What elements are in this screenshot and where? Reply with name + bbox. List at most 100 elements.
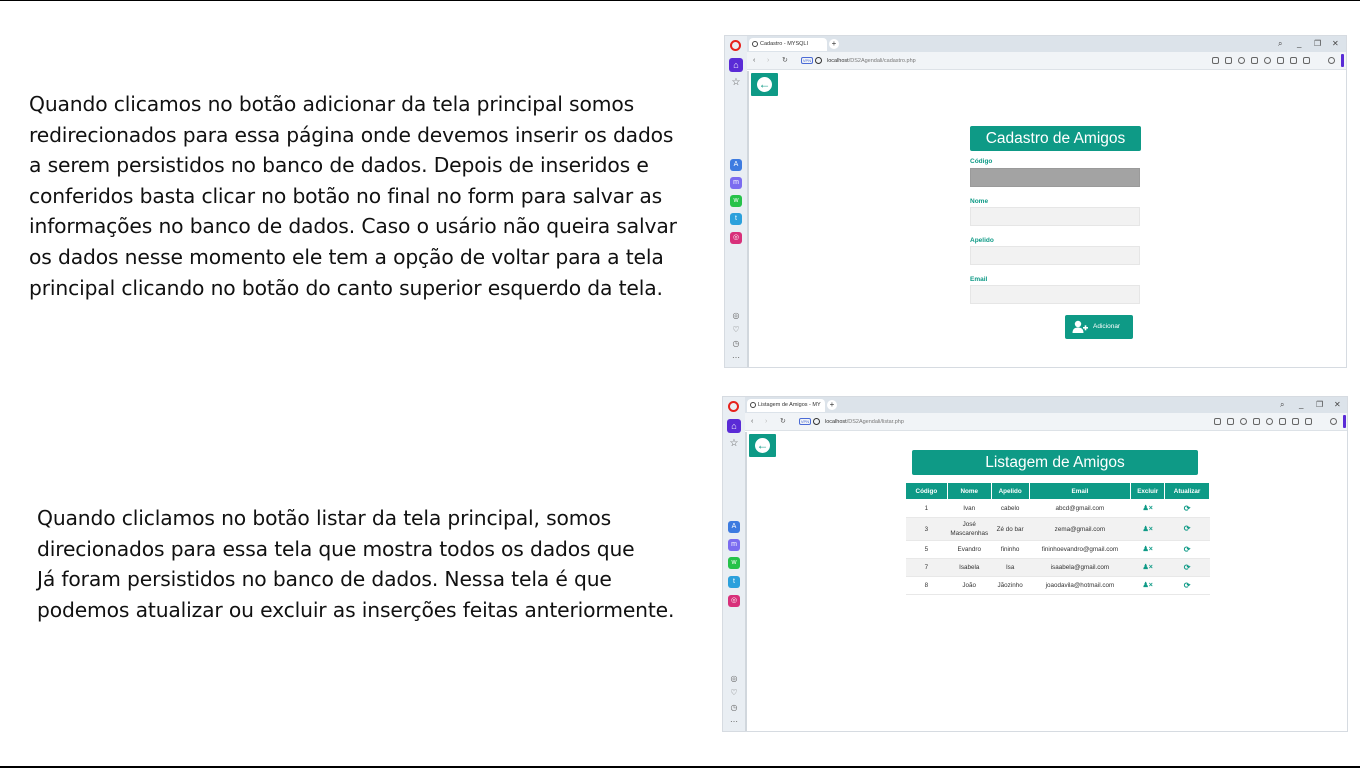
- whatsapp-icon[interactable]: w: [730, 195, 742, 207]
- history-icon[interactable]: ◷: [731, 339, 741, 349]
- email-input[interactable]: [970, 285, 1140, 304]
- vpn-badge-icon[interactable]: VPN: [801, 57, 813, 64]
- refresh-icon[interactable]: ⟳: [1184, 545, 1191, 554]
- restore-icon[interactable]: ❐: [1314, 37, 1321, 51]
- browser-window-listagem: Listagem de Amigos - MY + ⌕ _ ❐ ✕ ⌂ ☆ A …: [722, 396, 1348, 732]
- url-field[interactable]: localhost/DS2Agendali/listar.php: [825, 413, 904, 431]
- browser-tab[interactable]: Listagem de Amigos - MY: [747, 399, 825, 412]
- forward-nav-icon[interactable]: ›: [765, 413, 767, 431]
- url-host: localhost: [827, 58, 849, 64]
- user-times-icon[interactable]: ♟×: [1143, 525, 1153, 534]
- heart-icon[interactable]: ♡: [729, 688, 739, 698]
- close-icon[interactable]: ✕: [1334, 398, 1341, 412]
- user-times-icon[interactable]: ♟×: [1143, 563, 1153, 572]
- description-cadastro: Quando clicamos no botão adicionar da te…: [29, 89, 677, 303]
- snapshot-icon[interactable]: [1214, 418, 1221, 425]
- back-button[interactable]: ←: [751, 73, 778, 96]
- restore-icon[interactable]: ❐: [1316, 398, 1323, 412]
- browser-tab[interactable]: Cadastro - MYSQLI: [749, 38, 827, 51]
- menu-icon[interactable]: [1292, 418, 1299, 425]
- download-icon[interactable]: [1277, 57, 1284, 64]
- apelido-input[interactable]: [970, 246, 1140, 265]
- play-icon[interactable]: [1251, 57, 1258, 64]
- minimize-icon[interactable]: _: [1297, 37, 1301, 51]
- cell-apelido: Jãozinho: [991, 576, 1030, 595]
- extension-icon[interactable]: [1303, 57, 1310, 64]
- delete-cell: ♟×: [1130, 576, 1165, 595]
- home-icon[interactable]: ⌂: [729, 58, 743, 72]
- extension-icon[interactable]: [1305, 418, 1312, 425]
- nome-input[interactable]: [970, 207, 1140, 226]
- vpn-badge-icon[interactable]: VPN: [799, 418, 811, 425]
- url-field[interactable]: localhost/DS2Agendali/cadastro.php: [827, 52, 916, 70]
- whatsapp-icon[interactable]: w: [728, 557, 740, 569]
- play-icon[interactable]: [1253, 418, 1260, 425]
- add-button-label: Adicionar: [1093, 323, 1121, 330]
- more-icon[interactable]: ⋯: [729, 717, 739, 727]
- text-line: Já foram persistidos no banco de dados. …: [37, 567, 612, 592]
- text-line: informações no banco de dados. Caso o us…: [29, 214, 677, 239]
- new-tab-button[interactable]: +: [829, 39, 839, 49]
- messenger-icon[interactable]: m: [730, 177, 742, 189]
- new-tab-button[interactable]: +: [827, 400, 837, 410]
- app-store-icon[interactable]: A: [728, 521, 740, 533]
- user-times-icon[interactable]: ♟×: [1143, 545, 1153, 554]
- heart-icon[interactable]: ♡: [731, 325, 741, 335]
- snapshot-icon[interactable]: [1212, 57, 1219, 64]
- site-info-icon[interactable]: [815, 57, 822, 64]
- close-icon[interactable]: ✕: [1332, 37, 1339, 51]
- opera-logo-icon[interactable]: [728, 401, 739, 412]
- player-icon[interactable]: ◎: [731, 311, 741, 321]
- tab-title: Listagem de Amigos - MY: [758, 402, 821, 408]
- messenger-icon[interactable]: m: [728, 539, 740, 551]
- menu-icon[interactable]: [1290, 57, 1297, 64]
- apelido-label: Apelido: [970, 237, 994, 244]
- user-times-icon[interactable]: ♟×: [1143, 581, 1153, 590]
- site-info-icon[interactable]: [813, 418, 820, 425]
- codigo-input[interactable]: [970, 168, 1140, 187]
- instagram-icon[interactable]: ◎: [728, 595, 740, 607]
- top-divider: [0, 0, 1360, 1]
- page-viewport: ← Listagem de Amigos Código Nome Apelido…: [745, 432, 1347, 731]
- refresh-icon[interactable]: ⟳: [1184, 581, 1191, 590]
- profile-indicator: [1341, 54, 1344, 67]
- col-nome: Nome: [946, 482, 992, 500]
- back-nav-icon[interactable]: ‹: [753, 52, 755, 70]
- minimize-icon[interactable]: _: [1299, 398, 1303, 412]
- browser-window-cadastro: Cadastro - MYSQLI + ⌕ _ ❐ ✕ ⌂ ☆ A m w t …: [724, 35, 1347, 368]
- more-icon[interactable]: ⋯: [731, 353, 741, 363]
- camera-icon[interactable]: [1227, 418, 1234, 425]
- opera-logo-icon[interactable]: [730, 40, 741, 51]
- reload-icon[interactable]: ↻: [782, 52, 788, 70]
- user-plus-icon: [1072, 320, 1088, 333]
- telegram-icon[interactable]: t: [728, 576, 740, 588]
- forward-nav-icon[interactable]: ›: [767, 52, 769, 70]
- user-times-icon[interactable]: ♟×: [1143, 504, 1153, 513]
- star-icon[interactable]: ☆: [730, 77, 742, 89]
- heart-toolbar-icon[interactable]: [1264, 57, 1271, 64]
- history-icon[interactable]: ◷: [729, 703, 739, 713]
- shield-icon[interactable]: [1240, 418, 1247, 425]
- text-line: a serem persistidos no banco de dados. D…: [29, 153, 649, 178]
- add-button[interactable]: Adicionar: [1065, 315, 1133, 339]
- download-icon[interactable]: [1279, 418, 1286, 425]
- back-button[interactable]: ←: [749, 434, 776, 457]
- player-icon[interactable]: ◎: [729, 674, 739, 684]
- telegram-icon[interactable]: t: [730, 213, 742, 225]
- instagram-icon[interactable]: ◎: [730, 232, 742, 244]
- home-icon[interactable]: ⌂: [727, 419, 741, 433]
- search-icon[interactable]: ⌕: [1280, 398, 1284, 412]
- app-store-icon[interactable]: A: [730, 159, 742, 171]
- shield-icon[interactable]: [1238, 57, 1245, 64]
- settings-icon[interactable]: [1330, 418, 1337, 425]
- back-nav-icon[interactable]: ‹: [751, 413, 753, 431]
- refresh-icon[interactable]: ⟳: [1184, 524, 1191, 533]
- reload-icon[interactable]: ↻: [780, 413, 786, 431]
- refresh-icon[interactable]: ⟳: [1184, 504, 1191, 513]
- star-icon[interactable]: ☆: [728, 438, 740, 450]
- settings-icon[interactable]: [1328, 57, 1335, 64]
- heart-toolbar-icon[interactable]: [1266, 418, 1273, 425]
- refresh-icon[interactable]: ⟳: [1184, 563, 1191, 572]
- camera-icon[interactable]: [1225, 57, 1232, 64]
- search-icon[interactable]: ⌕: [1278, 37, 1282, 51]
